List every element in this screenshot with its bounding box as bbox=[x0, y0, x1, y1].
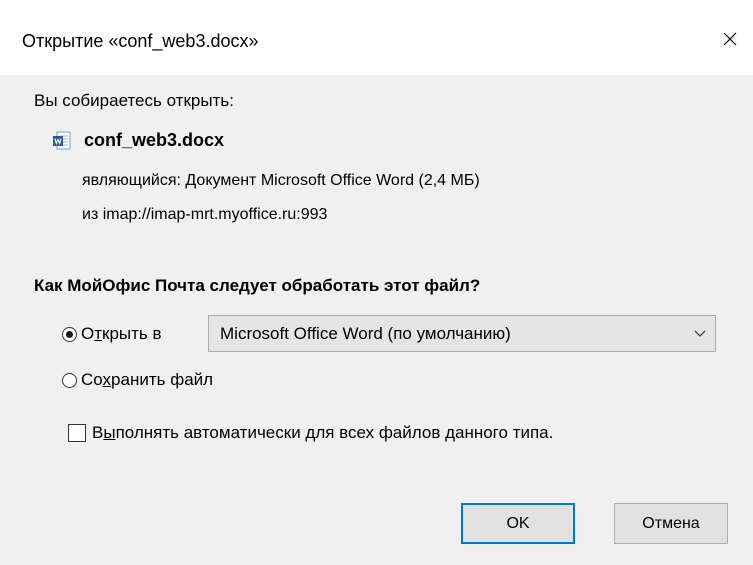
chevron-down-icon bbox=[685, 330, 715, 338]
auto-action-checkbox[interactable] bbox=[68, 424, 86, 442]
file-type-line: являющийся: Документ Microsoft Office Wo… bbox=[82, 172, 480, 190]
open-file-dialog: Открытие «conf_web3.docx» Вы собираетесь… bbox=[0, 0, 753, 565]
radio-save-file-label: Сохранить файл bbox=[81, 370, 214, 389]
file-row: conf_web3.docx bbox=[52, 130, 224, 151]
open-with-app-select[interactable]: Microsoft Office Word (по умолчанию) bbox=[208, 315, 716, 352]
radio-save-file[interactable]: Сохранить файл bbox=[62, 370, 213, 390]
radio-save-file-indicator[interactable] bbox=[62, 372, 77, 388]
cancel-button[interactable]: Отмена bbox=[614, 503, 728, 544]
file-source-value: imap://imap-mrt.myoffice.ru:993 bbox=[102, 206, 328, 223]
close-icon bbox=[723, 32, 737, 46]
file-type-value: Документ Microsoft Office Word (2,4 МБ) bbox=[185, 172, 480, 189]
word-document-icon bbox=[52, 131, 72, 151]
radio-open-with-indicator[interactable] bbox=[62, 326, 77, 342]
file-source-line: из imap://imap-mrt.myoffice.ru:993 bbox=[82, 206, 327, 224]
handling-question: Как МойОфис Почта следует обработать это… bbox=[34, 276, 481, 295]
file-name: conf_web3.docx bbox=[84, 130, 225, 150]
file-source-label: из bbox=[82, 206, 99, 223]
close-button[interactable] bbox=[707, 17, 753, 61]
auto-action-label: Выполнять автоматически для всех файлов … bbox=[92, 423, 554, 442]
window-title: Открытие «conf_web3.docx» bbox=[22, 31, 259, 51]
ok-button[interactable]: OK bbox=[461, 503, 575, 544]
open-with-app-value: Microsoft Office Word (по умолчанию) bbox=[220, 323, 511, 343]
prompt-text: Вы собираетесь открыть: bbox=[34, 91, 234, 110]
radio-open-with-label: Открыть в bbox=[81, 324, 162, 343]
dialog-content: Вы собираетесь открыть: conf_web3.docx я… bbox=[0, 75, 753, 565]
file-type-label: являющийся: bbox=[82, 172, 181, 189]
radio-open-with[interactable]: Открыть в bbox=[62, 324, 162, 344]
auto-action-checkbox-row[interactable]: Выполнять автоматически для всех файлов … bbox=[68, 423, 553, 443]
title-bar: Открытие «conf_web3.docx» bbox=[0, 0, 753, 75]
